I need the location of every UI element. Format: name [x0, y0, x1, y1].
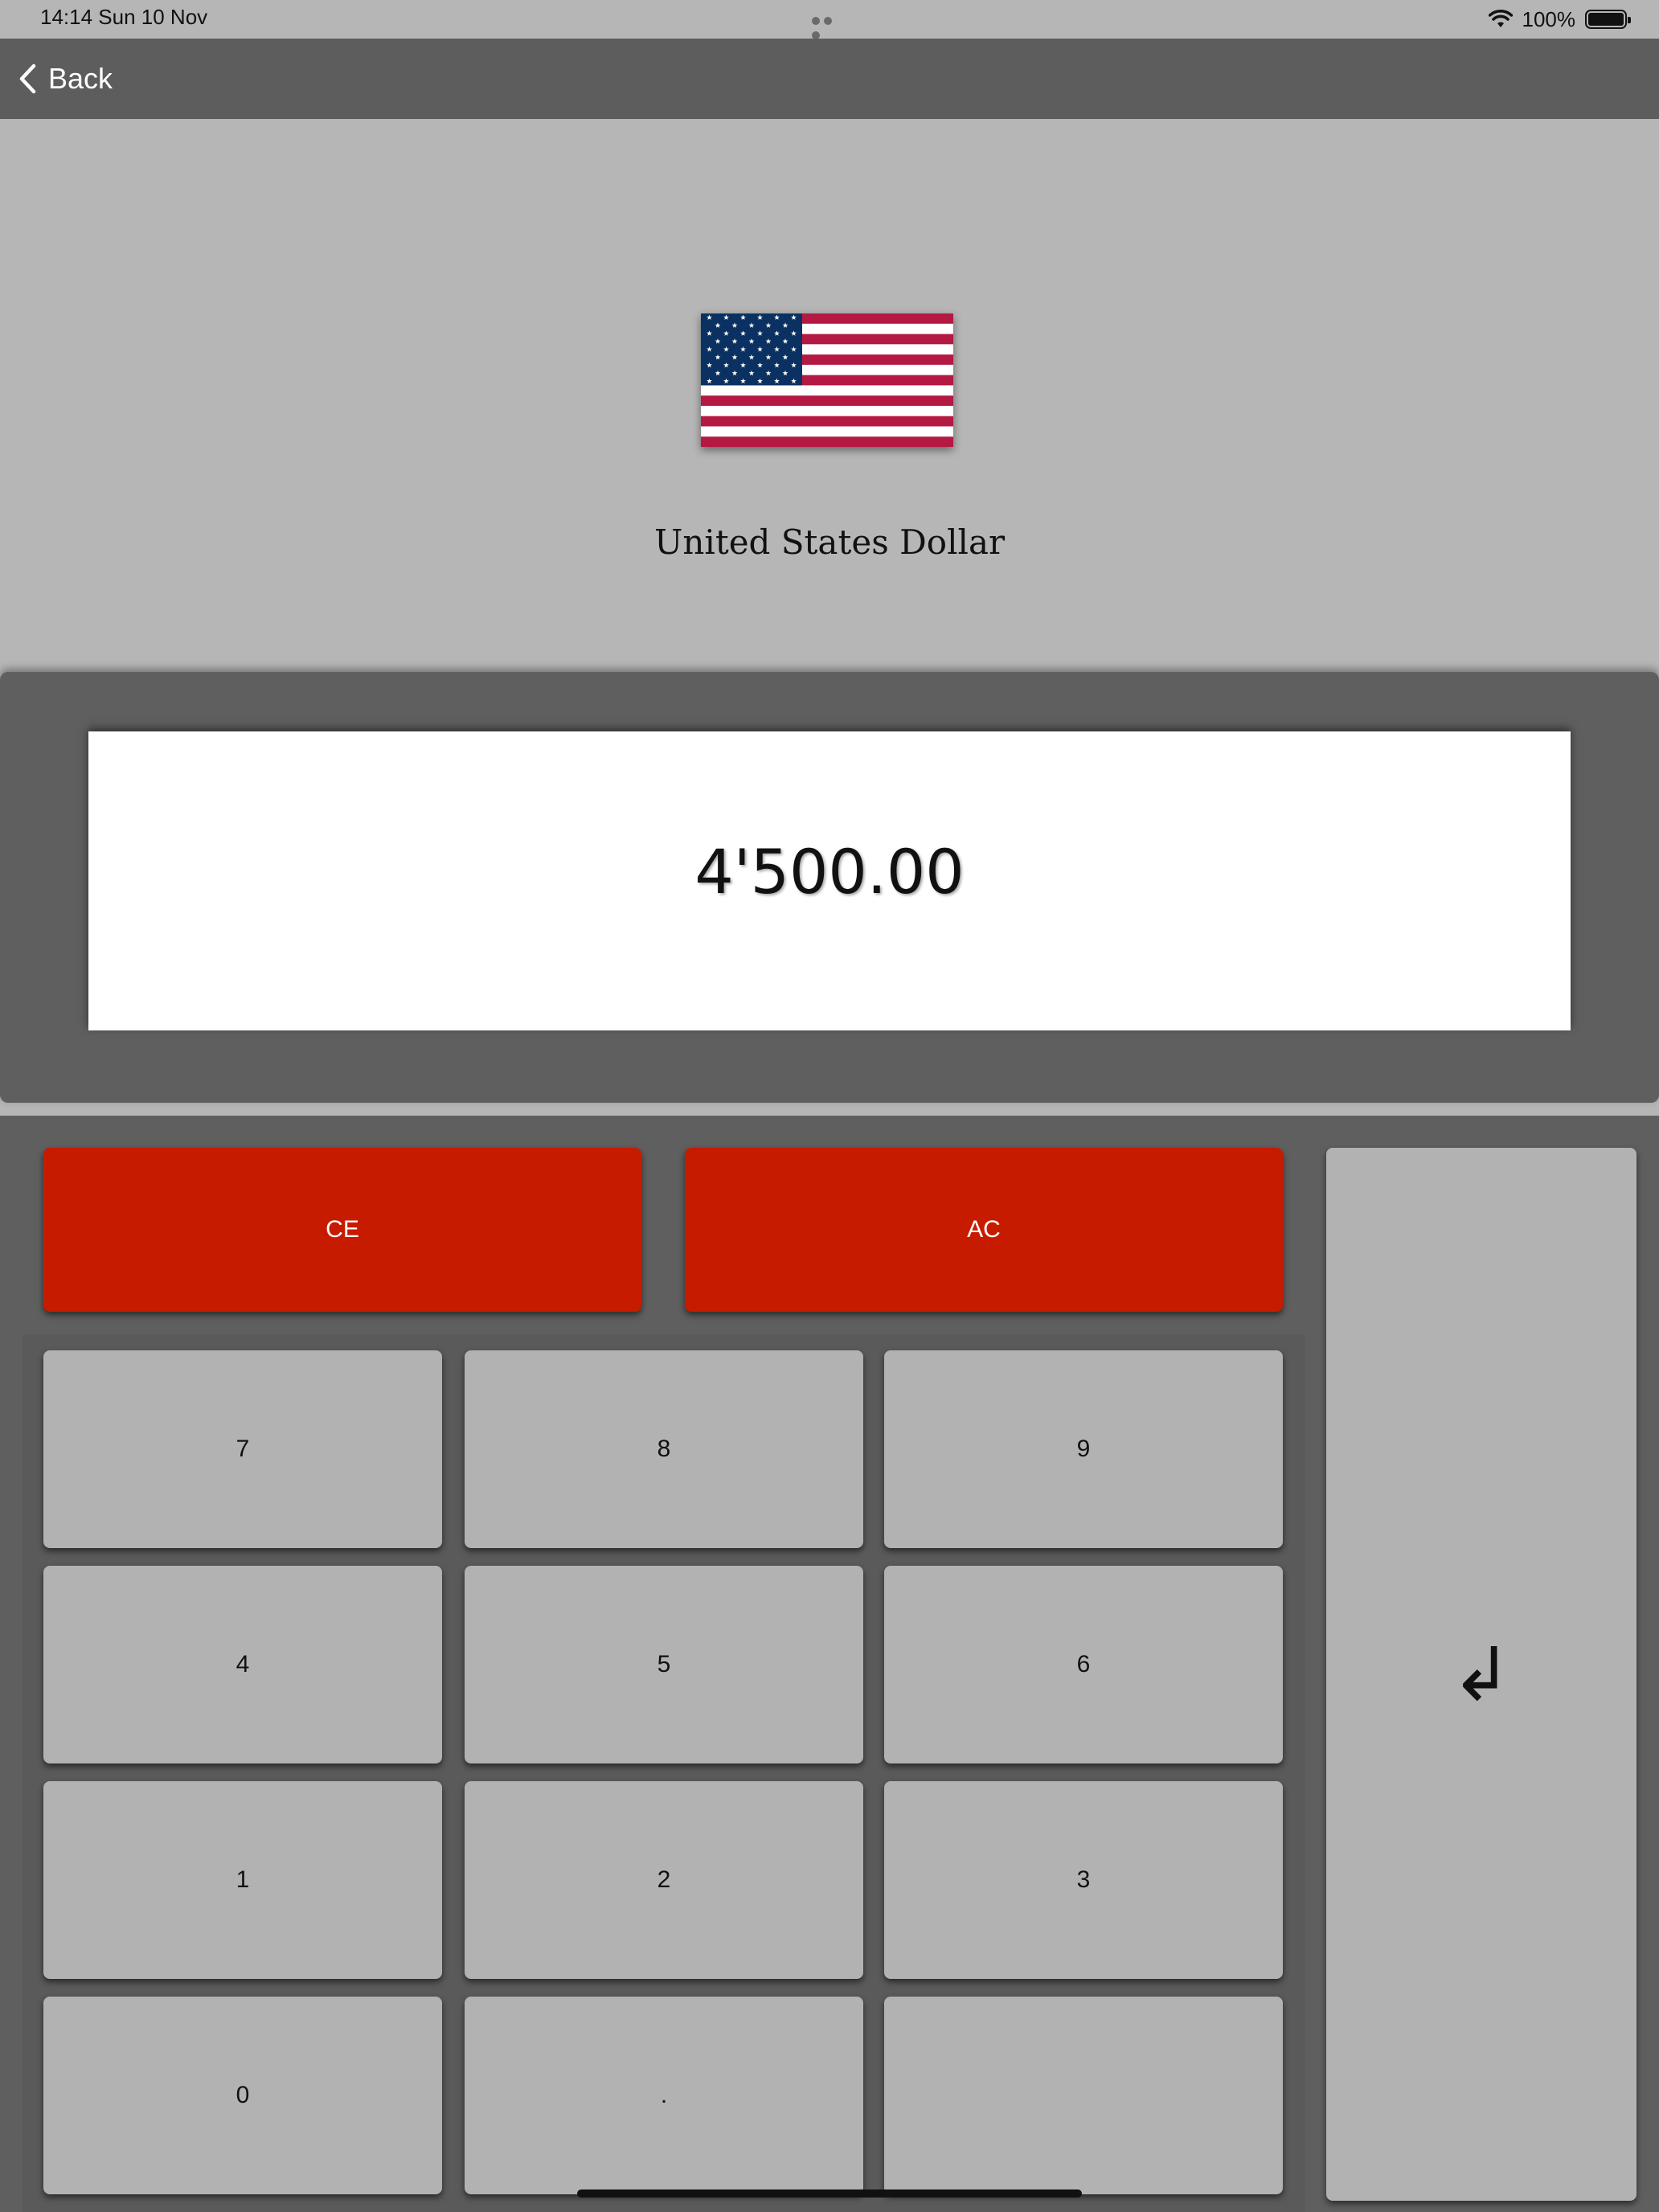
- key-blank[interactable]: [884, 1997, 1283, 2194]
- all-clear-button[interactable]: AC: [685, 1148, 1283, 1312]
- battery-icon: [1585, 10, 1631, 29]
- wifi-icon: [1488, 10, 1513, 27]
- back-button[interactable]: Back: [18, 56, 113, 101]
- home-indicator: [577, 2189, 1082, 2198]
- key-9[interactable]: 9: [884, 1350, 1283, 1548]
- status-indicators: 100%: [1488, 5, 1631, 34]
- key-decimal[interactable]: .: [465, 1997, 863, 2194]
- key-1[interactable]: 1: [43, 1781, 442, 1979]
- key-6[interactable]: 6: [884, 1566, 1283, 1763]
- clear-entry-button[interactable]: CE: [43, 1148, 641, 1312]
- key-4[interactable]: 4: [43, 1566, 442, 1763]
- key-2[interactable]: 2: [465, 1781, 863, 1979]
- key-0[interactable]: 0: [43, 1997, 442, 2194]
- back-label: Back: [48, 62, 113, 95]
- key-5[interactable]: 5: [465, 1566, 863, 1763]
- us-flag-icon: [701, 313, 953, 447]
- status-time: 14:14 Sun 10 Nov: [40, 5, 208, 29]
- key-7[interactable]: 7: [43, 1350, 442, 1548]
- return-arrow-icon: ↲: [1450, 1631, 1513, 1718]
- multitasking-dots-icon[interactable]: [812, 14, 847, 39]
- status-bar: 14:14 Sun 10 Nov 100%: [0, 0, 1659, 39]
- nav-bar: Back: [0, 39, 1659, 119]
- key-3[interactable]: 3: [884, 1781, 1283, 1979]
- chevron-left-icon: [19, 63, 36, 94]
- amount-value: 4'500.00: [694, 836, 965, 907]
- battery-percent: 100%: [1522, 6, 1576, 31]
- key-8[interactable]: 8: [465, 1350, 863, 1548]
- currency-name: United States Dollar: [653, 522, 1006, 562]
- enter-button[interactable]: ↲: [1326, 1148, 1636, 2201]
- amount-display: 4'500.00: [88, 731, 1571, 1030]
